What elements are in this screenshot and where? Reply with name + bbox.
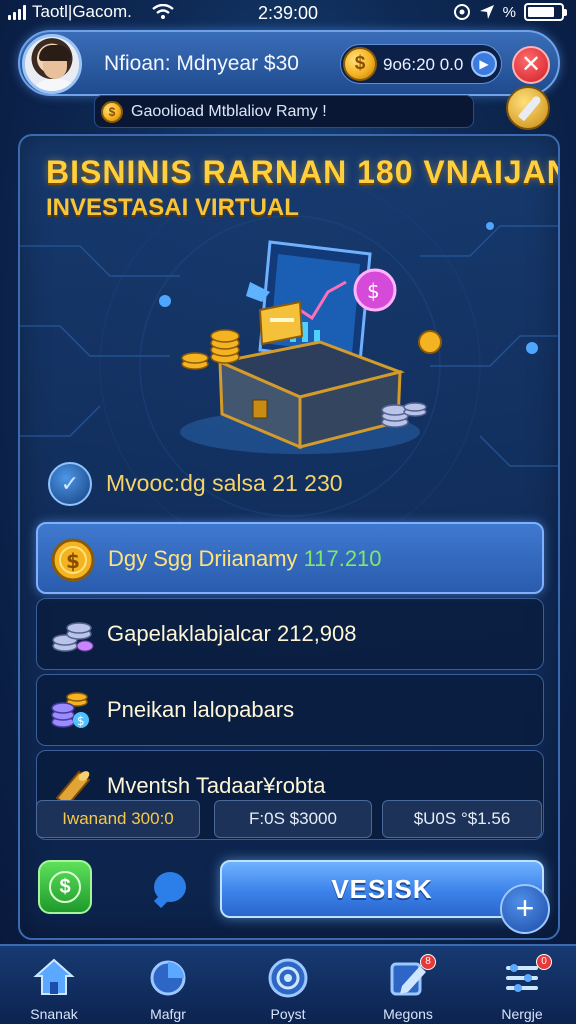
carrier-label: Taotl|Gacom. (32, 2, 132, 21)
nav-label: Snanak (30, 1006, 78, 1022)
bottom-nav: Snanak Mafgr Poyst 8 Megons 0 Nergje (0, 944, 576, 1024)
card-label: Dgy Sgg Driianamy 117.210 (108, 546, 382, 571)
chat-icon[interactable] (154, 872, 186, 902)
svg-text:$: $ (367, 279, 380, 303)
nav-item-home[interactable]: Snanak (6, 952, 102, 1024)
main-panel: BISNINIS RARNAN 180 VNAIJAN INVESTASAI V… (18, 134, 560, 940)
notice-bar[interactable]: $ Gaoolioad Mtblaliov Ramy ! (94, 95, 474, 128)
svg-text:$: $ (66, 549, 80, 573)
add-button[interactable]: + (500, 884, 550, 934)
gold-coin-icon: $ (101, 101, 123, 123)
alarm-icon (453, 4, 470, 20)
target-icon (268, 958, 308, 998)
chart-circle-icon (150, 960, 186, 996)
card-label: Pneikan lalopabars (107, 697, 295, 722)
value-tile[interactable]: $U0S °$1.56 (382, 800, 542, 838)
coins-dollar-icon: $ (51, 692, 89, 728)
stat-text: Mvooc:dg salsa 21 230 (106, 470, 343, 496)
status-left: Taotl|Gacom. (8, 2, 174, 22)
notification-badge: 8 (420, 954, 436, 970)
location-icon (479, 5, 494, 19)
close-button[interactable]: ✕ (512, 46, 550, 84)
notification-badge: 0 (536, 954, 552, 970)
nav-label: Poyst (270, 1006, 306, 1022)
list-item[interactable]: $ Dgy Sgg Driianamy 117.210 (36, 522, 544, 594)
status-right: % (453, 3, 567, 21)
stat-row: ✓ Mvooc:dg salsa 21 230 (48, 460, 528, 510)
status-bar: Taotl|Gacom. 2:39:00 % (0, 0, 576, 26)
nav-item-settings[interactable]: 0 Nergje (474, 952, 570, 1024)
value-tile[interactable]: F:0S $3000 (214, 800, 372, 838)
nav-label: Megons (383, 1006, 433, 1022)
list-item[interactable]: $ Pneikan lalopabars (36, 674, 544, 746)
status-time: 2:39:00 (258, 3, 319, 23)
dollar-icon: $ (49, 871, 81, 903)
nav-label: Nergje (501, 1006, 543, 1022)
balance-value: 9o6:20 0.0 (383, 55, 464, 74)
nav-item-play[interactable]: Poyst (240, 952, 336, 1024)
card-label: Mventsh Tadaar¥robta (107, 773, 326, 798)
player-header: Nfioan: Mdnyear $30 $ 9o6:20 0.0 ▶ ✕ (18, 30, 560, 96)
svg-text:$: $ (77, 714, 85, 728)
primary-action-button[interactable]: VESISK (220, 860, 544, 918)
value-tile[interactable]: Iwanand 300:0 (36, 800, 200, 838)
nav-item-messages[interactable]: 8 Megons (360, 952, 456, 1024)
battery-icon (524, 3, 567, 21)
balance-pill[interactable]: $ 9o6:20 0.0 ▶ (340, 44, 502, 84)
signal-icon (8, 4, 26, 20)
nav-label: Mafgr (150, 1006, 186, 1022)
battery-percent: % (502, 3, 516, 21)
coin-stack-icon (52, 622, 94, 652)
notice-text: Gaoolioad Mtblaliov Ramy ! (131, 103, 327, 120)
card-value: 117.210 (303, 546, 382, 571)
list-item[interactable]: Gapelaklabjalcar 212,908 (36, 598, 544, 670)
avatar[interactable] (22, 34, 82, 94)
laptop-chest-illustration: $ (180, 240, 442, 454)
home-icon (33, 958, 75, 995)
page-subtitle: INVESTASAI VIRTUAL (46, 194, 299, 221)
rocket-icon[interactable] (506, 86, 550, 130)
page-title: BISNINIS RARNAN 180 VNAIJAN (46, 154, 560, 190)
gold-coin-icon: $ (343, 47, 377, 81)
card-label: Gapelaklabjalcar 212,908 (107, 621, 357, 646)
wifi-icon (152, 4, 174, 19)
arrow-icon[interactable]: ▶ (471, 51, 497, 77)
player-name: Nfioan: Mdnyear $30 (104, 52, 299, 75)
check-badge-icon: ✓ (48, 462, 92, 506)
nav-item-stats[interactable]: Mafgr (120, 952, 216, 1024)
cash-button[interactable]: $ (38, 860, 92, 914)
gold-coin-icon: $ (51, 538, 95, 582)
